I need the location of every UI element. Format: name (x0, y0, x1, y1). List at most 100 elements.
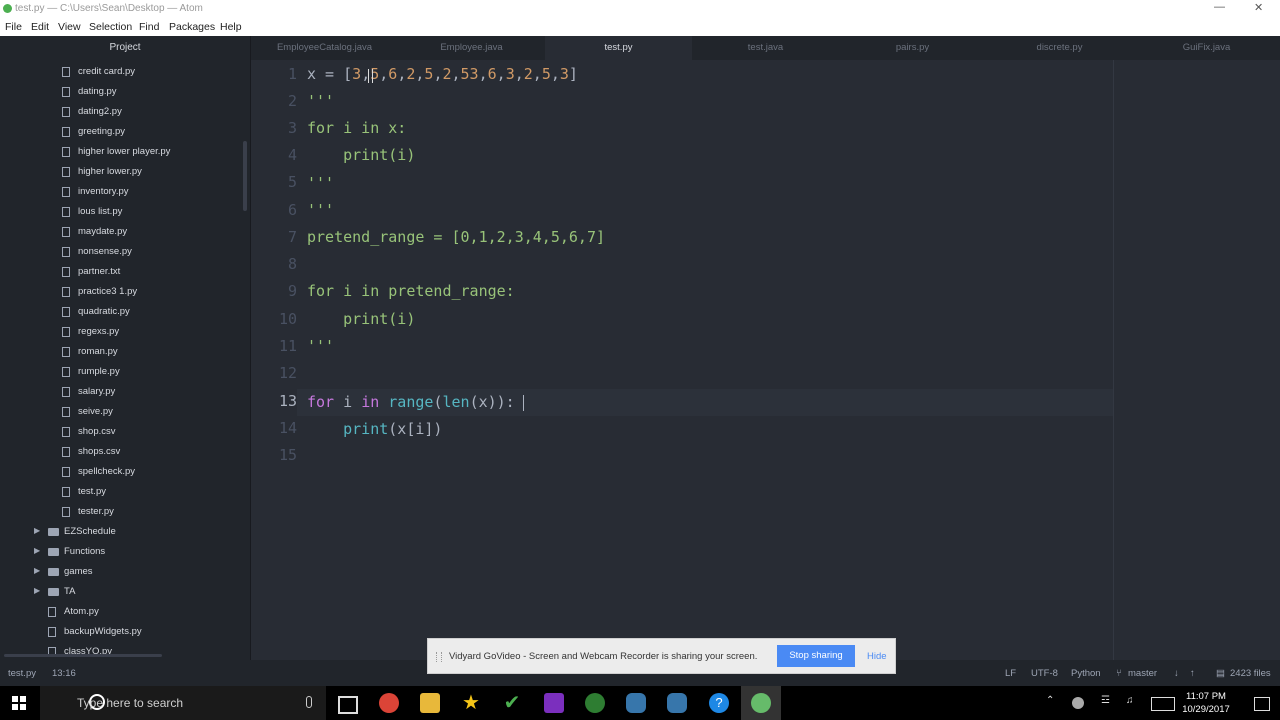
file-icon (62, 407, 70, 417)
chrome-icon[interactable] (379, 693, 399, 713)
window-title: test.py — C:\Users\Sean\Desktop — Atom (15, 3, 203, 14)
taskbar-search-box[interactable]: Type here to search (40, 686, 326, 720)
stop-sharing-button[interactable]: Stop sharing (777, 645, 855, 667)
tab-test-java[interactable]: test.java (692, 36, 839, 60)
tab-guifix[interactable]: GuiFix.java (1133, 36, 1280, 60)
file-icon (62, 467, 70, 477)
onenote-icon[interactable] (544, 693, 564, 713)
python-alt-icon[interactable] (667, 693, 687, 713)
folder-icon (48, 568, 59, 576)
file-icon (62, 207, 70, 217)
code-line-5: ''' (307, 174, 335, 192)
line-number: 9 (287, 282, 297, 300)
tree-horizontal-scrollbar[interactable] (4, 654, 162, 657)
status-branch[interactable]: master (1128, 668, 1157, 679)
file-icon (62, 147, 70, 157)
menu-selection[interactable]: Selection (89, 21, 132, 33)
keyboard-icon[interactable] (1151, 697, 1175, 711)
project-header: Project (109, 42, 141, 53)
line-number: 12 (278, 364, 297, 382)
tab-discrete[interactable]: discrete.py (986, 36, 1133, 60)
screen-share-notification: Vidyard GoVideo - Screen and Webcam Reco… (427, 638, 896, 674)
volume-icon[interactable]: ♫ (1126, 695, 1134, 706)
line-number: 3 (287, 119, 297, 137)
code-line-9: for i in pretend_range: (307, 282, 515, 300)
notifications-icon[interactable] (1254, 697, 1270, 711)
file-icon (62, 187, 70, 197)
push-up-icon[interactable]: ↑ (1190, 668, 1195, 679)
menu-packages[interactable]: Packages (169, 21, 215, 33)
menu-file[interactable]: File (5, 21, 22, 33)
windows-taskbar: Type here to search ★ ✔ ? ⌃ ☲ ♫ 11:07 PM… (0, 686, 1280, 720)
code-line-4: print(i) (307, 146, 416, 164)
file-explorer-icon[interactable] (420, 693, 440, 713)
file-icon (48, 627, 56, 637)
mouse-ibeam-cursor (368, 69, 373, 83)
line-number: 1 (287, 65, 297, 83)
folder-icon (48, 548, 59, 556)
folder-icon (48, 588, 59, 596)
tree-vertical-scrollbar[interactable] (243, 141, 247, 211)
minimize-button[interactable]: — (1214, 1, 1225, 13)
menu-edit[interactable]: Edit (31, 21, 49, 33)
drag-handle[interactable] (436, 652, 442, 662)
menu-find[interactable]: Find (139, 21, 159, 33)
tab-bar: EmployeeCatalog.java Employee.java test.… (251, 36, 1280, 60)
fetch-down-icon[interactable]: ↓ (1174, 668, 1179, 679)
code-line-11: ''' (307, 337, 335, 355)
tray-expand-icon[interactable]: ⌃ (1046, 695, 1054, 706)
line-number: 4 (287, 146, 297, 164)
file-icon (62, 107, 70, 117)
file-icon (48, 607, 56, 617)
atom-icon[interactable] (751, 693, 771, 713)
line-number-gutter: 1 2 3 4 5 6 7 8 9 10 11 12 13 14 15 (251, 60, 297, 660)
line-number: 14 (278, 419, 297, 437)
file-icon (62, 307, 70, 317)
code-line-13: for i in range(len(x)): (307, 393, 515, 411)
tree-app-icon[interactable] (585, 693, 605, 713)
status-files-count[interactable]: 2423 files (1230, 668, 1271, 679)
windows-start-icon[interactable] (12, 696, 26, 710)
status-encoding[interactable]: UTF-8 (1031, 668, 1058, 679)
code-line-3: for i in x: (307, 119, 407, 137)
clock-time: 11:07 PM (1186, 691, 1226, 702)
check-app-icon[interactable]: ✔ (502, 693, 522, 713)
chevron-right-icon: ▶ (34, 526, 41, 535)
status-file-path[interactable]: test.py (8, 668, 36, 679)
network-icon[interactable]: ☲ (1101, 695, 1110, 706)
file-icon (62, 427, 70, 437)
line-number: 8 (287, 255, 297, 273)
code-line-14: print(x[i]) (343, 420, 443, 438)
line-number: 7 (287, 228, 297, 246)
file-icon (62, 347, 70, 357)
file-icon (62, 67, 70, 77)
code-line-6: ''' (307, 201, 335, 219)
python-icon[interactable] (626, 693, 646, 713)
task-view-icon[interactable] (338, 696, 358, 714)
help-icon[interactable]: ? (709, 693, 729, 713)
star-app-icon[interactable]: ★ (461, 693, 481, 713)
search-placeholder: Type here to search (77, 696, 184, 710)
atom-app-icon (3, 4, 12, 13)
notification-message: Vidyard GoVideo - Screen and Webcam Reco… (449, 651, 758, 662)
menu-view[interactable]: View (58, 21, 81, 33)
close-button[interactable]: ✕ (1254, 1, 1263, 14)
tab-test-py[interactable]: test.py (545, 36, 692, 60)
folder-icon (48, 528, 59, 536)
tab-employeecatalog[interactable]: EmployeeCatalog.java (251, 36, 398, 60)
code-editor[interactable]: 1 2 3 4 5 6 7 8 9 10 11 12 13 14 15 x = … (251, 60, 1280, 660)
taskbar-clock[interactable]: 11:07 PM 10/29/2017 (1176, 690, 1236, 716)
code-line-7: pretend_range = [0,1,2,3,4,5,6,7] (307, 228, 606, 246)
tray-app-icon[interactable] (1072, 697, 1084, 709)
status-grammar[interactable]: Python (1071, 668, 1101, 679)
microphone-icon[interactable] (306, 696, 312, 708)
line-number: 2 (287, 92, 297, 110)
menu-help[interactable]: Help (220, 21, 242, 33)
tab-pairs[interactable]: pairs.py (839, 36, 986, 60)
file-icon (62, 247, 70, 257)
status-line-ending[interactable]: LF (1005, 668, 1016, 679)
hide-link[interactable]: Hide (867, 651, 887, 662)
status-cursor-position[interactable]: 13:16 (52, 668, 76, 679)
tab-employee[interactable]: Employee.java (398, 36, 545, 60)
title-bar: test.py — C:\Users\Sean\Desktop — Atom —… (0, 0, 1280, 18)
